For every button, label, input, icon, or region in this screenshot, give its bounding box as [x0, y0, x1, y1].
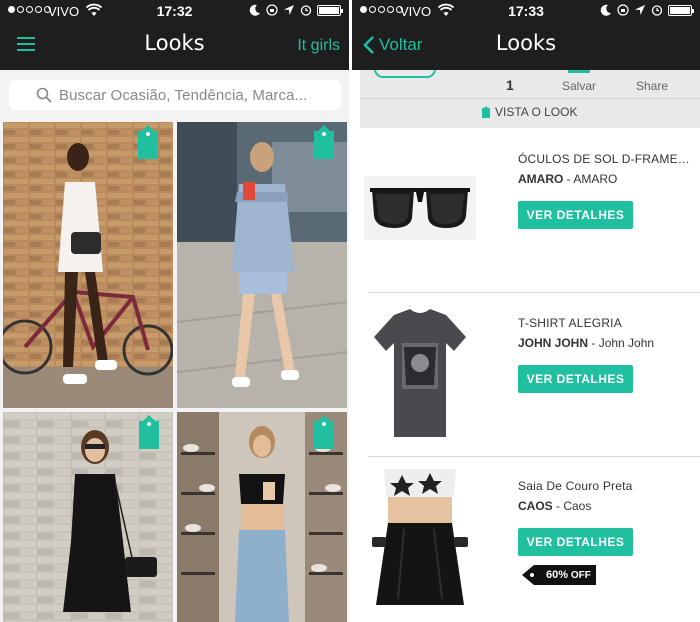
view-details-button[interactable]: VER DETALHES — [518, 201, 633, 229]
product-card: ÓCULOS DE SOL D-FRAMED... AMARO - AMARO … — [352, 130, 700, 292]
moon-icon — [249, 4, 260, 16]
look-action-strip: 1 Salvar Share VISTA O LOOK — [360, 70, 700, 128]
view-details-button[interactable]: VER DETALHES — [518, 365, 633, 393]
search-icon — [36, 87, 52, 103]
discount-text: 60% OFF — [546, 569, 591, 581]
save-button[interactable]: Salvar — [562, 79, 596, 93]
product-info: T-SHIRT ALEGRIA JOHN JOHN - John John VE… — [518, 316, 696, 393]
search-placeholder: Buscar Ocasião, Tendência, Marca... — [59, 86, 308, 104]
tag-icon[interactable] — [138, 125, 158, 159]
share-button[interactable]: Share — [636, 79, 668, 93]
view-look-label: VISTA O LOOK — [482, 105, 577, 119]
tag-icon[interactable] — [139, 415, 159, 449]
lock-rotation-icon — [266, 4, 278, 16]
likes-count: 1 — [506, 77, 514, 93]
store-name: John John — [598, 336, 655, 350]
look-tile[interactable] — [177, 412, 347, 622]
discount-percent: 60% — [546, 569, 569, 581]
product-image — [364, 176, 476, 240]
location-icon — [284, 5, 294, 15]
battery-icon — [668, 4, 694, 16]
tag-icon[interactable] — [314, 415, 334, 449]
look-tile[interactable] — [3, 122, 173, 408]
battery-icon — [317, 4, 343, 16]
product-info: Saia De Couro Preta CAOS - Caos VER DETA… — [518, 479, 696, 556]
brand-name: AMARO — [518, 172, 564, 186]
status-icons — [249, 4, 343, 16]
save-indicator — [568, 70, 590, 73]
product-image — [364, 469, 476, 609]
product-brand: AMARO - AMARO — [518, 172, 618, 186]
store-name: AMARO — [573, 172, 618, 186]
product-brand: CAOS - Caos — [518, 499, 592, 513]
product-info: ÓCULOS DE SOL D-FRAMED... AMARO - AMARO … — [518, 152, 696, 229]
search-input[interactable]: Buscar Ocasião, Tendência, Marca... — [9, 80, 341, 110]
look-photo — [177, 122, 347, 408]
app-stage: VIVO 17:32 Looks It girls Buscar Ocasião… — [0, 0, 700, 622]
discount-suffix: OFF — [570, 570, 591, 581]
status-icons — [600, 4, 694, 16]
alarm-icon — [651, 5, 663, 16]
product-name: ÓCULOS DE SOL D-FRAMED... — [518, 152, 696, 166]
product-card: Saia De Couro Preta CAOS - Caos VER DETA… — [352, 457, 700, 622]
look-pill-button[interactable] — [374, 70, 436, 78]
top-bar: VIVO 17:33 Voltar Looks — [352, 0, 700, 70]
product-brand: JOHN JOHN - John John — [518, 336, 655, 350]
alarm-icon — [300, 5, 312, 16]
look-detail-screen: VIVO 17:33 Voltar Looks 1 Salvar Share V… — [352, 0, 700, 622]
discount-badge: 60% OFF — [522, 565, 596, 585]
product-name: Saia De Couro Preta — [518, 479, 633, 493]
moon-icon — [600, 4, 611, 16]
brand-name: JOHN JOHN — [518, 336, 589, 350]
look-photo — [3, 122, 173, 408]
store-name: Caos — [563, 499, 592, 513]
looks-screen: VIVO 17:32 Looks It girls Buscar Ocasião… — [0, 0, 349, 622]
look-tile[interactable] — [3, 412, 173, 622]
product-card: T-SHIRT ALEGRIA JOHN JOHN - John John VE… — [352, 293, 700, 455]
it-girls-link[interactable]: It girls — [297, 37, 340, 55]
divider — [360, 98, 700, 99]
status-bar: VIVO 17:32 — [0, 0, 349, 24]
look-tile[interactable] — [177, 122, 347, 408]
product-image — [364, 307, 476, 443]
brand-name: CAOS — [518, 499, 553, 513]
top-bar: VIVO 17:32 Looks It girls — [0, 0, 349, 70]
tag-icon[interactable] — [314, 125, 334, 159]
view-look-text: VISTA O LOOK — [495, 105, 578, 119]
lock-rotation-icon — [617, 4, 629, 16]
page-title: Looks — [495, 31, 557, 55]
product-name: T-SHIRT ALEGRIA — [518, 316, 622, 330]
status-bar: VIVO 17:33 — [352, 0, 700, 24]
location-icon — [635, 5, 645, 15]
tag-icon — [482, 106, 490, 118]
view-details-button[interactable]: VER DETALHES — [518, 528, 633, 556]
